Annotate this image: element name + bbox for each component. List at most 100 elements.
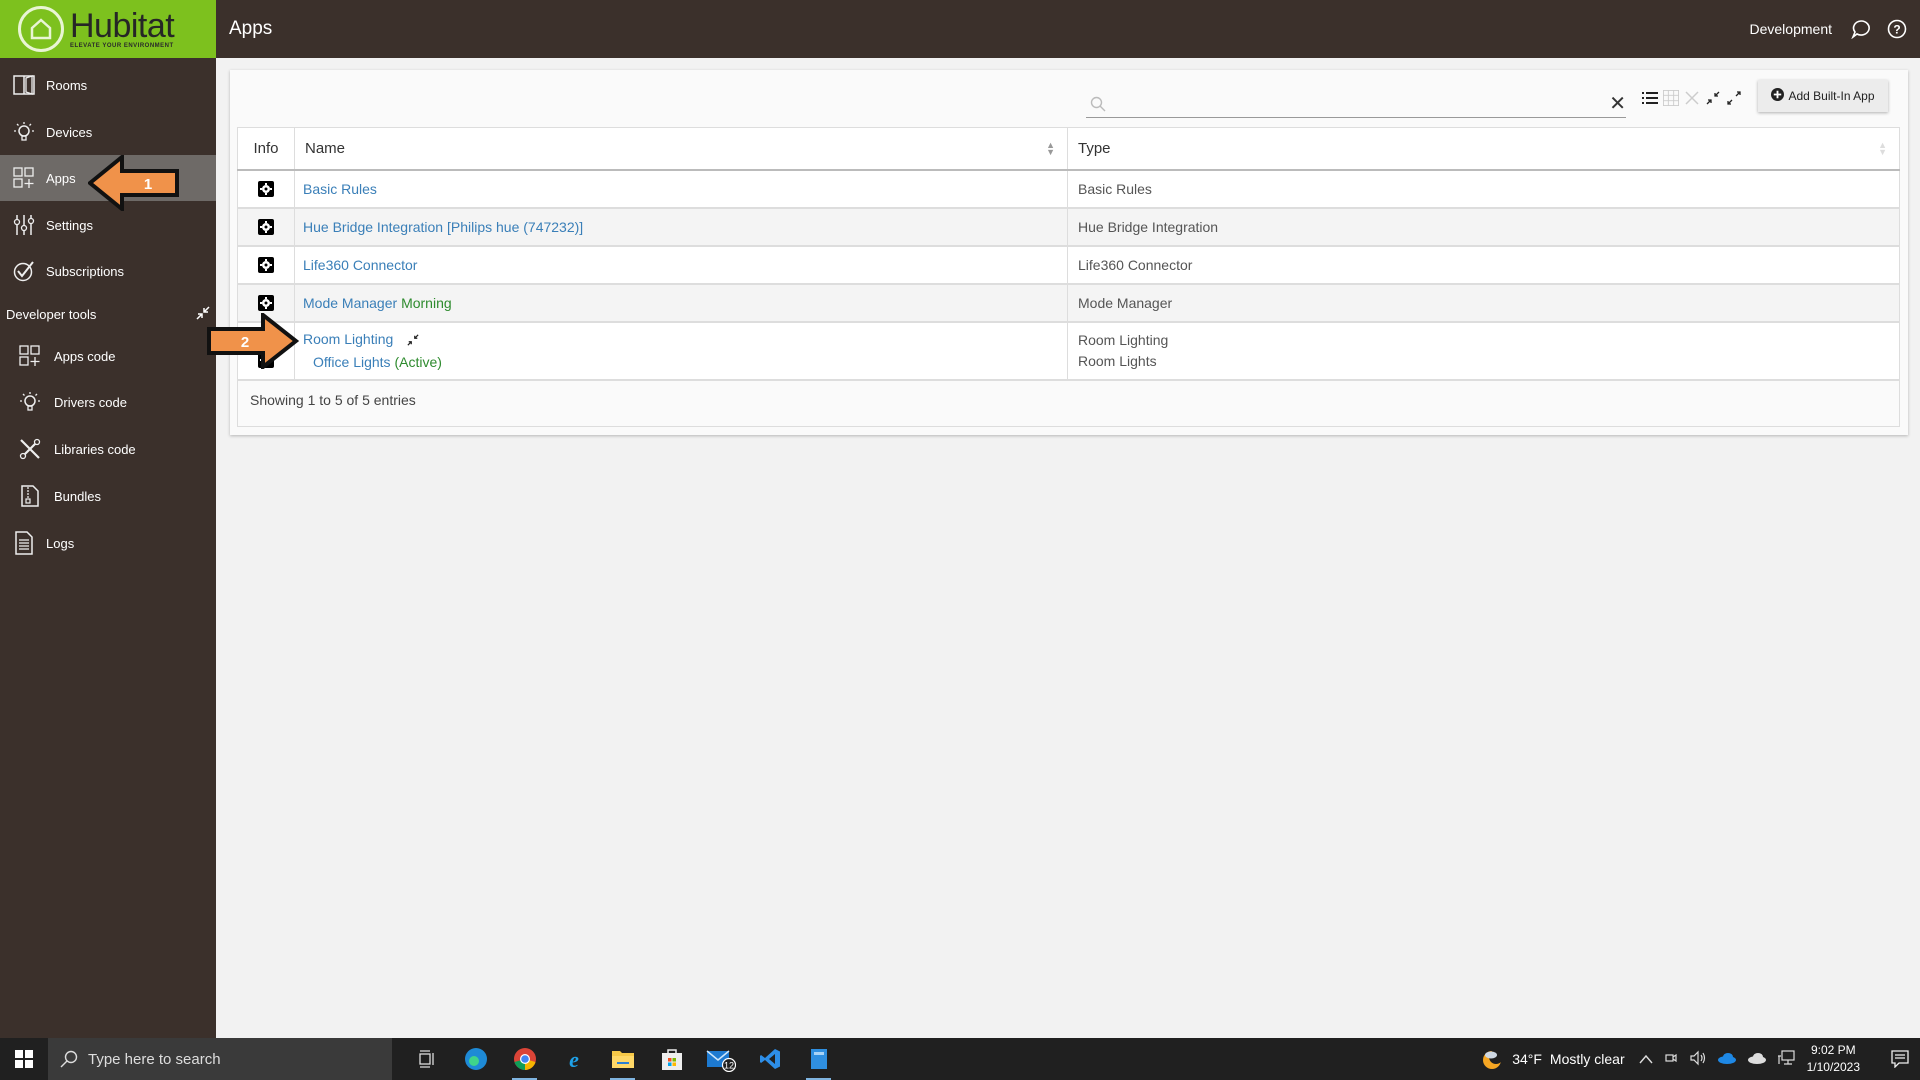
gear-icon[interactable]	[258, 181, 274, 198]
bundle-file-icon	[16, 482, 44, 510]
gear-icon[interactable]	[258, 257, 274, 274]
column-header-type[interactable]: Type ▲ ▼	[1067, 127, 1900, 171]
system-tray: 34°F Mostly clear 9:02 PM 1/10/2023	[1480, 1038, 1920, 1080]
app-link[interactable]: Basic Rules	[303, 181, 377, 197]
clock-time: 9:02 PM	[1810, 1043, 1856, 1057]
taskbar-app-other[interactable]	[794, 1038, 843, 1080]
name-cell: Basic Rules	[294, 169, 1068, 209]
network-icon[interactable]	[1777, 1049, 1795, 1069]
task-view-button[interactable]	[402, 1038, 451, 1080]
child-app-link[interactable]: Office Lights	[313, 354, 391, 370]
app-status: Morning	[401, 294, 452, 311]
notifications-button[interactable]	[1880, 1050, 1920, 1068]
lightbulb-icon	[16, 388, 44, 416]
sidebar-item-rooms[interactable]: Rooms	[0, 62, 216, 108]
name-cell: Life360 Connector	[294, 245, 1068, 285]
sort-icon[interactable]: ▲ ▼	[1046, 141, 1055, 157]
search-input[interactable]	[1086, 92, 1626, 117]
plus-circle-icon	[1771, 88, 1785, 104]
brand-name: Hubitat	[70, 7, 175, 45]
onedrive-personal-icon[interactable]	[1747, 1051, 1767, 1067]
volume-icon[interactable]	[1689, 1050, 1707, 1069]
sidebar-item-subscriptions[interactable]: Subscriptions	[0, 248, 216, 294]
child-app-status: (Active)	[394, 353, 442, 370]
document-icon	[10, 529, 38, 557]
taskbar-app-file-explorer[interactable]	[598, 1038, 647, 1080]
help-circle-icon[interactable]: ?	[1886, 18, 1908, 40]
sidebar-item-label: Libraries code	[54, 441, 136, 457]
taskbar-app-mail[interactable]: 12	[696, 1038, 745, 1080]
onedrive-icon[interactable]	[1717, 1051, 1737, 1067]
list-view-icon[interactable]	[1642, 88, 1658, 108]
table-row: Mode Manager Morning Mode Manager	[237, 283, 1900, 323]
mail-badge: 12	[723, 1061, 733, 1071]
sidebar-item-logs[interactable]: Logs	[0, 520, 216, 566]
search-icon	[60, 1050, 78, 1068]
annotation-arrow-2-label: 2	[241, 334, 249, 351]
taskbar-app-internet-explorer[interactable]: e	[549, 1038, 598, 1080]
clear-search-button[interactable]: ✕	[1609, 94, 1626, 114]
apps-card: ✕ Add Built-In App Info Name ▲ ▼ Type ▲ ▼ Ba…	[230, 70, 1908, 435]
type-cell: Life360 Connector	[1067, 245, 1900, 285]
clock[interactable]: 9:02 PM 1/10/2023	[1807, 1042, 1860, 1076]
weather-moon-icon	[1483, 1050, 1504, 1069]
sidebar-item-libraries-code[interactable]: Libraries code	[0, 426, 216, 472]
close-icon[interactable]	[1684, 88, 1700, 108]
sidebar-item-label: Settings	[46, 217, 93, 233]
search-box: ✕	[1086, 92, 1626, 118]
start-button[interactable]	[0, 1038, 48, 1080]
add-button-label: Add Built-In App	[1788, 89, 1875, 103]
grid-view-icon[interactable]	[1663, 88, 1679, 108]
weather-widget[interactable]: 34°F Mostly clear	[1480, 1047, 1625, 1071]
expand-all-icon[interactable]	[1726, 88, 1742, 108]
app-link[interactable]: Room Lighting	[303, 331, 393, 347]
check-circle-icon	[10, 257, 38, 285]
child-type-label: Room Lights	[1078, 353, 1157, 369]
meet-now-icon[interactable]	[1663, 1050, 1679, 1069]
chevron-up-icon[interactable]	[1639, 1051, 1653, 1067]
type-cell: Basic Rules	[1067, 169, 1900, 209]
taskbar-search-placeholder: Type here to search	[88, 1050, 221, 1068]
windows-logo-icon	[15, 1050, 33, 1068]
app-icon	[810, 1049, 827, 1069]
info-cell	[237, 169, 295, 209]
app-link[interactable]: Mode Manager	[303, 295, 397, 311]
vscode-icon	[759, 1049, 780, 1069]
house-logo-icon	[18, 6, 64, 52]
top-bar: Apps Development ?	[216, 0, 1920, 58]
svg-text:e: e	[569, 1047, 579, 1071]
taskbar-app-vscode[interactable]	[745, 1038, 794, 1080]
taskbar-search[interactable]: Type here to search	[48, 1038, 392, 1080]
chat-bubble-icon[interactable]	[1850, 18, 1872, 40]
taskbar-app-edge[interactable]	[451, 1038, 500, 1080]
developer-tools-section[interactable]: Developer tools	[6, 302, 210, 326]
sort-icon[interactable]: ▲ ▼	[1878, 141, 1887, 157]
type-label: Room Lighting	[1078, 332, 1169, 348]
sidebar-item-devices[interactable]: Devices	[0, 109, 216, 155]
table-row: Life360 Connector Life360 Connector	[237, 245, 1900, 285]
gear-icon[interactable]	[258, 219, 274, 236]
sidebar-item-label: Devices	[46, 124, 93, 140]
app-link[interactable]: Hue Bridge Integration [Philips hue (747…	[303, 219, 583, 235]
annotation-arrow-1-label: 1	[144, 176, 152, 193]
app-link[interactable]: Life360 Connector	[303, 257, 417, 273]
column-header-name[interactable]: Name ▲ ▼	[294, 127, 1068, 171]
taskbar-app-chrome[interactable]	[500, 1038, 549, 1080]
gear-icon[interactable]	[258, 295, 274, 312]
sidebar-item-label: Bundles	[54, 488, 101, 504]
search-icon	[1090, 96, 1106, 117]
sidebar-item-apps-code[interactable]: Apps code	[0, 333, 216, 379]
tray-icons	[1639, 1049, 1795, 1069]
notification-icon	[1891, 1050, 1909, 1068]
taskbar-app-store[interactable]	[647, 1038, 696, 1080]
collapse-children-icon[interactable]	[407, 333, 419, 349]
column-header-type-label: Type	[1078, 139, 1111, 157]
sidebar-item-drivers-code[interactable]: Drivers code	[0, 379, 216, 425]
developer-tools-label: Developer tools	[6, 306, 97, 322]
collapse-all-icon[interactable]	[1705, 88, 1721, 108]
add-built-in-app-button[interactable]: Add Built-In App	[1758, 80, 1888, 112]
column-header-info[interactable]: Info	[237, 127, 295, 171]
info-cell	[237, 207, 295, 247]
sidebar-item-bundles[interactable]: Bundles	[0, 473, 216, 519]
hubitat-logo[interactable]: Hubitat ELEVATE YOUR ENVIRONMENT	[0, 0, 216, 58]
